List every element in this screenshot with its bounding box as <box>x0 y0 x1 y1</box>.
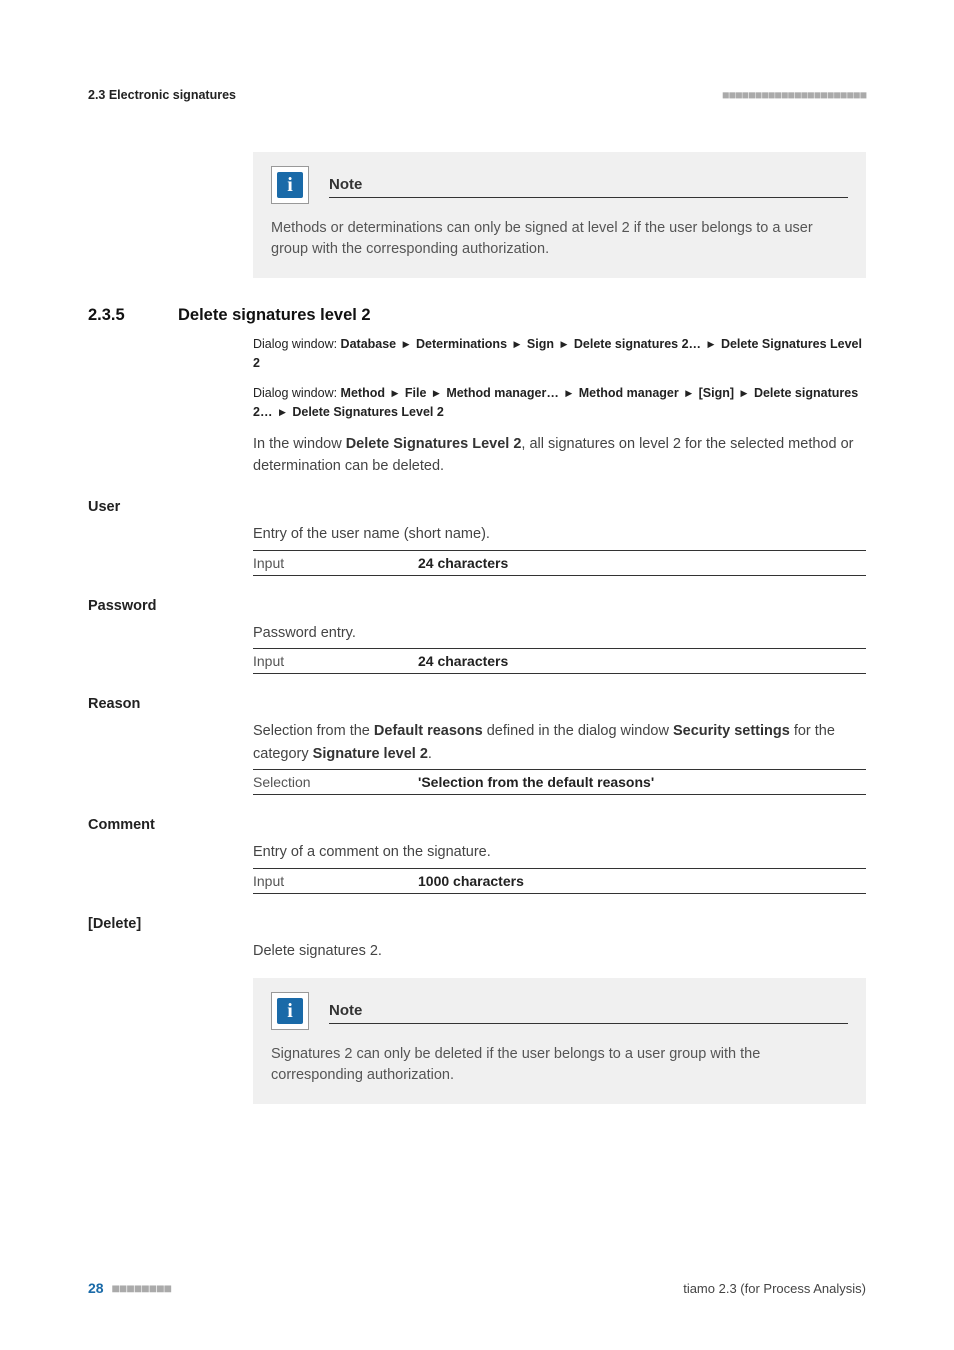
triangle-icon: ▶ <box>279 407 286 417</box>
page-number: 28 <box>88 1280 104 1296</box>
table-label: Input <box>253 649 418 674</box>
footer-ornament: ■■■■■■■■ <box>111 1280 171 1296</box>
info-icon: i <box>277 998 303 1024</box>
reason-post: . <box>428 746 432 762</box>
dialog2-part5: [Sign] <box>699 386 734 400</box>
note-label: Note <box>329 176 362 195</box>
field-table-user: Input 24 characters <box>253 550 866 576</box>
table-row: Selection 'Selection from the default re… <box>253 770 866 795</box>
field-label-password: Password <box>88 598 866 614</box>
reason-b3: Signature level 2 <box>313 746 428 762</box>
field-label-delete: [Delete] <box>88 916 866 932</box>
info-icon: i <box>277 172 303 198</box>
header-ornament: ■■■■■■■■■■■■■■■■■■■■■■ <box>722 88 866 102</box>
section-number: 2.3.5 <box>88 306 178 325</box>
triangle-icon: ▶ <box>403 339 410 349</box>
field-desc-reason: Selection from the Default reasons defin… <box>253 720 866 765</box>
note-box: i Note Methods or determinations can onl… <box>253 152 866 278</box>
dialog2-part4: Method manager <box>579 386 679 400</box>
dialog2-part7: Delete Signatures Level 2 <box>292 405 443 419</box>
dialog2-part1: Method <box>341 386 385 400</box>
dialog2-part2: File <box>405 386 427 400</box>
table-row: Input 1000 characters <box>253 868 866 893</box>
dialog1-part1: Database <box>341 337 397 351</box>
reason-pre: Selection from the <box>253 723 374 739</box>
dialog-path-2: Dialog window: Method ▶ File ▶ Method ma… <box>253 384 866 423</box>
triangle-icon: ▶ <box>708 339 715 349</box>
dialog2-part3: Method manager… <box>446 386 559 400</box>
field-label-user: User <box>88 499 866 515</box>
table-value: 1000 characters <box>418 868 866 893</box>
triangle-icon: ▶ <box>514 339 521 349</box>
reason-b1: Default reasons <box>374 723 483 739</box>
page-number-block: 28 ■■■■■■■■ <box>88 1280 171 1296</box>
triangle-icon: ▶ <box>561 339 568 349</box>
dialog-path-1: Dialog window: Database ▶ Determinations… <box>253 335 866 374</box>
field-table-reason: Selection 'Selection from the default re… <box>253 769 866 795</box>
note-label: Note <box>329 1002 362 1021</box>
table-value: 24 characters <box>418 550 866 575</box>
dialog1-part3: Sign <box>527 337 554 351</box>
table-value: 24 characters <box>418 649 866 674</box>
info-icon-frame: i <box>271 992 309 1030</box>
note-rule <box>329 1023 848 1024</box>
field-desc-delete: Delete signatures 2. <box>253 940 866 962</box>
table-label: Input <box>253 868 418 893</box>
reason-b2: Security settings <box>673 723 790 739</box>
triangle-icon: ▶ <box>565 388 572 398</box>
table-row: Input 24 characters <box>253 550 866 575</box>
dialog1-prefix: Dialog window: <box>253 337 341 351</box>
note-rule <box>329 197 848 198</box>
note-header: i Note <box>271 166 848 204</box>
reason-mid: defined in the dialog window <box>483 723 673 739</box>
section-para-bold: Delete Signatures Level 2 <box>346 436 522 452</box>
field-desc-password: Password entry. <box>253 622 866 644</box>
field-desc-comment: Entry of a comment on the signature. <box>253 841 866 863</box>
info-icon-frame: i <box>271 166 309 204</box>
field-table-password: Input 24 characters <box>253 648 866 674</box>
field-table-comment: Input 1000 characters <box>253 868 866 894</box>
triangle-icon: ▶ <box>433 388 440 398</box>
section-heading: 2.3.5 Delete signatures level 2 <box>88 306 866 325</box>
triangle-icon: ▶ <box>741 388 748 398</box>
note-header: i Note <box>271 992 848 1030</box>
section-ref: 2.3 Electronic signatures <box>88 88 236 102</box>
table-value: 'Selection from the default reasons' <box>418 770 866 795</box>
note-box: i Note Signatures 2 can only be deleted … <box>253 978 866 1104</box>
section-title: Delete signatures level 2 <box>178 306 371 325</box>
table-row: Input 24 characters <box>253 649 866 674</box>
triangle-icon: ▶ <box>391 388 398 398</box>
section-paragraph: In the window Delete Signatures Level 2,… <box>253 433 866 478</box>
page-footer: 28 ■■■■■■■■ tiamo 2.3 (for Process Analy… <box>88 1280 866 1296</box>
table-label: Input <box>253 550 418 575</box>
table-label: Selection <box>253 770 418 795</box>
field-desc-user: Entry of the user name (short name). <box>253 523 866 545</box>
dialog1-part4: Delete signatures 2… <box>574 337 701 351</box>
section-para-pre: In the window <box>253 436 346 452</box>
dialog2-prefix: Dialog window: <box>253 386 341 400</box>
product-name: tiamo 2.3 (for Process Analysis) <box>683 1281 866 1296</box>
running-header: 2.3 Electronic signatures ■■■■■■■■■■■■■■… <box>88 88 866 102</box>
field-label-reason: Reason <box>88 696 866 712</box>
triangle-icon: ▶ <box>685 388 692 398</box>
field-label-comment: Comment <box>88 817 866 833</box>
note-body: Signatures 2 can only be deleted if the … <box>271 1044 848 1086</box>
note-body: Methods or determinations can only be si… <box>271 218 848 260</box>
dialog1-part2: Determinations <box>416 337 507 351</box>
